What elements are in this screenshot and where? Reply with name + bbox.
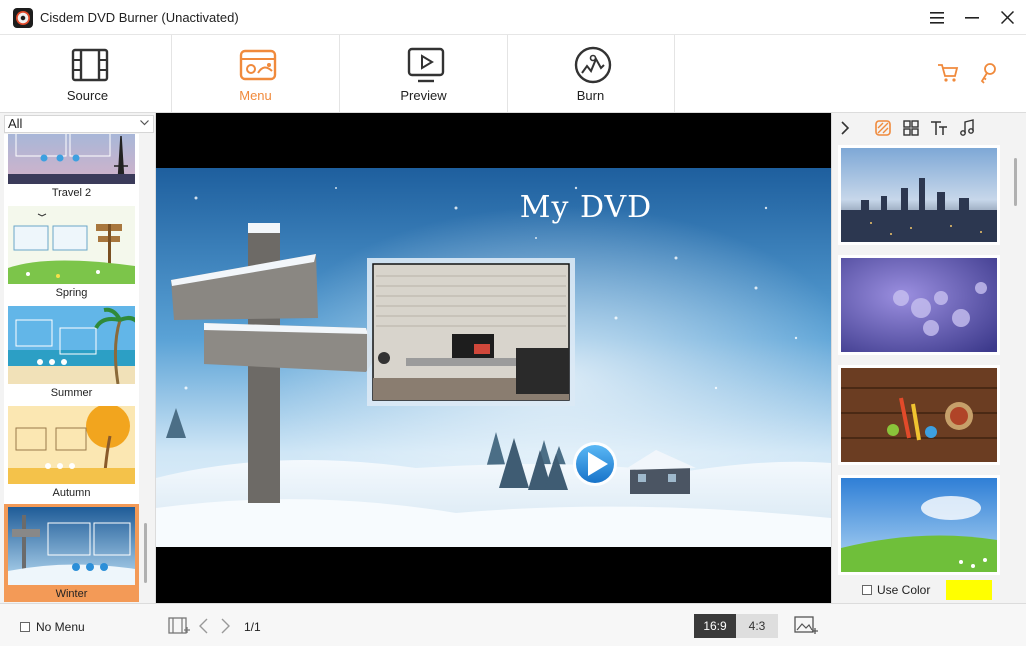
theme-item-label: Spring — [55, 287, 88, 299]
background-item[interactable] — [838, 255, 1000, 355]
tab-menu-label: Menu — [239, 88, 272, 103]
add-chapter-icon[interactable] — [168, 615, 190, 637]
chevron-down-icon — [140, 120, 149, 126]
burn-disc-icon — [574, 46, 612, 84]
tab-source-label: Source — [66, 88, 109, 103]
key-icon[interactable] — [978, 62, 1000, 84]
close-button[interactable] — [990, 0, 1024, 35]
background-item[interactable] — [838, 365, 1000, 465]
theme-item-label: Travel 2 — [51, 187, 92, 199]
no-menu-checkbox[interactable] — [20, 622, 30, 632]
bottom-bar: No Menu 1/1 16:9 4:3 — [0, 603, 1026, 646]
background-list — [832, 145, 1007, 575]
theme-item-winter[interactable]: Winter — [4, 504, 139, 602]
title-bar: Cisdem DVD Burner (Unactivated) — [0, 0, 1026, 35]
add-image-icon[interactable] — [794, 615, 818, 637]
hamburger-menu-button[interactable] — [920, 0, 954, 35]
theme-thumbnail — [8, 406, 135, 484]
no-menu-option[interactable]: No Menu — [20, 620, 85, 634]
use-color-option[interactable]: Use Color — [862, 583, 930, 597]
theme-item-label: Summer — [50, 387, 93, 399]
theme-item-travel-2[interactable]: Travel 2 — [4, 134, 139, 204]
background-item[interactable] — [838, 145, 1000, 245]
window-title: Cisdem DVD Burner (Unactivated) — [40, 10, 239, 25]
theme-list: Travel 2 Spring Summer Autumn Winter — [4, 134, 139, 602]
theme-item-label: Winter — [55, 588, 88, 600]
main-toolbar: Source Menu Preview Burn — [0, 35, 1026, 113]
collapse-chevron-icon[interactable] — [836, 119, 854, 137]
preview-icon — [407, 47, 445, 83]
preview-scene: My DVD — [156, 168, 831, 547]
tab-preview-label: Preview — [400, 88, 447, 103]
tab-menu[interactable]: Menu — [172, 35, 340, 112]
minimize-button[interactable] — [955, 0, 989, 35]
right-panel-tabs — [832, 113, 1026, 143]
theme-item-autumn[interactable]: Autumn — [4, 404, 139, 504]
play-button[interactable] — [573, 442, 617, 486]
menu-preview: My DVD — [156, 113, 831, 603]
dvd-menu-title[interactable]: My DVD — [156, 190, 831, 225]
theme-item-label: Autumn — [52, 487, 91, 499]
theme-thumbnail — [8, 306, 135, 384]
color-swatch[interactable] — [946, 580, 992, 600]
film-icon — [71, 48, 109, 82]
theme-filter-value: All — [8, 116, 23, 131]
menu-video-thumbnail — [367, 258, 575, 406]
tab-burn-label: Burn — [576, 88, 605, 103]
next-page-icon[interactable] — [219, 618, 231, 634]
aspect-ratio-16-9-button[interactable]: 16:9 — [694, 614, 736, 638]
music-icon[interactable] — [958, 119, 976, 137]
theme-thumbnail — [8, 206, 135, 284]
aspect-ratio-4-3-button[interactable]: 4:3 — [736, 614, 778, 638]
tab-source[interactable]: Source — [4, 35, 172, 112]
theme-item-spring[interactable]: Spring — [4, 204, 139, 304]
theme-list-scrollbar[interactable] — [144, 523, 147, 583]
background-list-scrollbar[interactable] — [1014, 158, 1017, 206]
no-menu-label: No Menu — [36, 620, 85, 634]
cart-icon[interactable] — [937, 62, 959, 84]
tab-preview[interactable]: Preview — [340, 35, 508, 112]
theme-thumbnail — [8, 134, 135, 184]
background-panel: Use Color — [831, 113, 1026, 603]
theme-filter-select[interactable]: All — [4, 115, 154, 133]
theme-item-summer[interactable]: Summer — [4, 304, 139, 404]
app-logo-icon — [13, 8, 33, 28]
background-city-skyline — [841, 148, 997, 242]
previous-page-icon[interactable] — [198, 618, 210, 634]
background-item[interactable] — [838, 475, 1000, 575]
page-indicator: 1/1 — [244, 620, 261, 634]
text-icon[interactable] — [930, 119, 948, 137]
theme-list-panel: All Travel 2 Spring Summer Autumn Winter — [0, 113, 156, 603]
background-green-meadow — [841, 478, 997, 572]
tab-burn[interactable]: Burn — [507, 35, 675, 112]
layout-icon[interactable] — [902, 119, 920, 137]
background-icon[interactable] — [874, 119, 892, 137]
background-wood-spices — [841, 368, 997, 462]
theme-thumbnail — [8, 507, 135, 585]
menu-template-icon — [239, 49, 277, 81]
use-color-label: Use Color — [877, 583, 931, 597]
background-purple-flowers — [841, 258, 997, 352]
use-color-checkbox[interactable] — [862, 585, 872, 595]
